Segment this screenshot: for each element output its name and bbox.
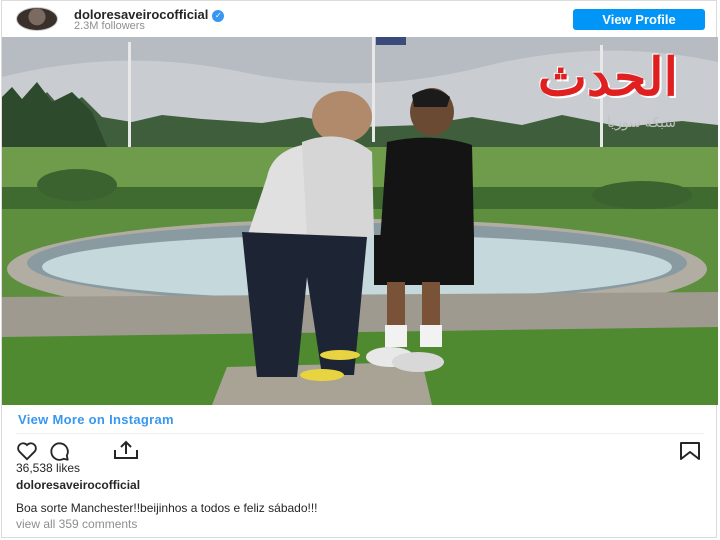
caption-username[interactable]: doloresaveirocofficial xyxy=(16,478,140,492)
post-header: doloresaveirocofficial ✓ 2.3M followers V… xyxy=(2,1,718,39)
view-profile-button[interactable]: View Profile xyxy=(573,9,705,30)
avatar[interactable] xyxy=(16,7,58,31)
share-icon[interactable] xyxy=(113,440,139,465)
instagram-embed: doloresaveirocofficial ✓ 2.3M followers V… xyxy=(1,0,718,538)
post-photo[interactable]: الحدث شبكة سوريا xyxy=(2,37,718,405)
verified-badge-icon: ✓ xyxy=(212,10,225,22)
like-count: 36,538 likes xyxy=(16,461,81,475)
view-comments-link[interactable]: view all 359 comments xyxy=(16,517,137,531)
site-watermark-logo: الحدث شبكة سوريا xyxy=(537,47,680,130)
divider xyxy=(16,433,704,434)
bookmark-icon[interactable] xyxy=(679,441,701,466)
caption-text: Boa sorte Manchester!!beijinhos a todos … xyxy=(16,501,318,515)
view-more-link[interactable]: View More on Instagram xyxy=(18,412,174,427)
follower-count: 2.3M followers xyxy=(74,20,145,32)
